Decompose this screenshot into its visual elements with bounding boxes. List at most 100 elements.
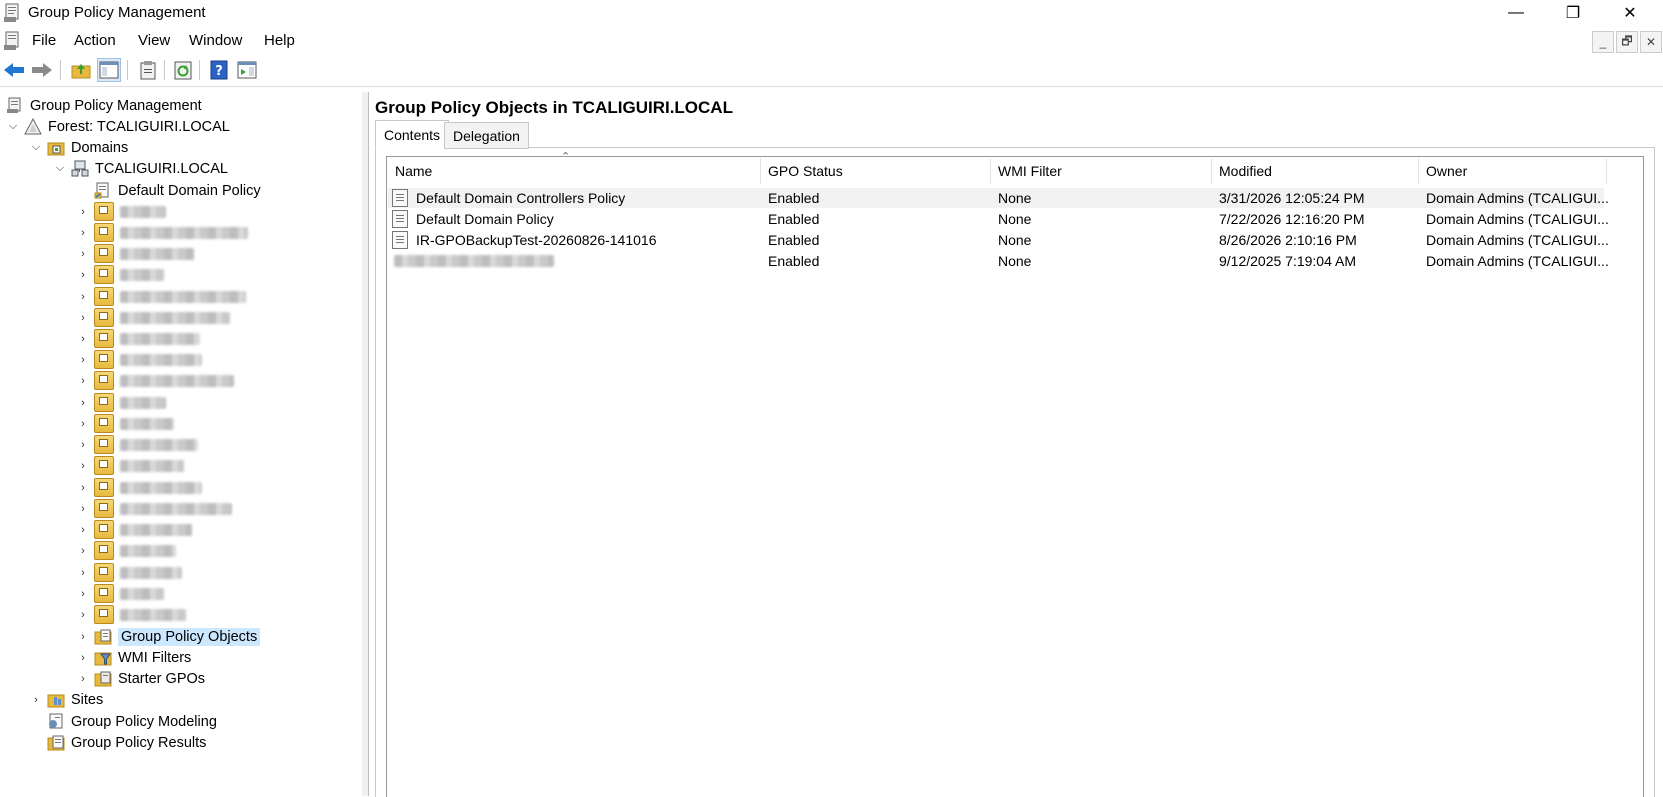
chevron-right-icon[interactable]: › xyxy=(76,652,90,664)
chevron-right-icon[interactable]: › xyxy=(76,631,90,643)
show-hide-console-tree-button[interactable] xyxy=(97,58,121,82)
tree-item-ou-redacted[interactable]: › xyxy=(76,604,186,625)
pane-splitter[interactable] xyxy=(362,92,369,796)
refresh-button[interactable] xyxy=(171,58,195,82)
chevron-right-icon[interactable]: › xyxy=(76,503,90,515)
chevron-down-icon[interactable]: ⌵ xyxy=(6,120,20,133)
tree-label: Group Policy Modeling xyxy=(71,713,217,730)
menu-window[interactable]: Window xyxy=(189,32,242,49)
gpo-status: Enabled xyxy=(768,253,820,269)
column-header-gpo-status[interactable]: GPO Status xyxy=(761,158,991,184)
tree-item-domain[interactable]: ⌵ TCALIGUIRI.LOCAL xyxy=(53,158,228,179)
column-header-modified[interactable]: Modified xyxy=(1212,158,1419,184)
chevron-right-icon[interactable]: › xyxy=(76,269,90,281)
chevron-right-icon[interactable]: › xyxy=(76,673,90,685)
mdi-close-button[interactable]: ✕ xyxy=(1640,31,1662,53)
tree-item-ou-redacted[interactable]: › xyxy=(76,434,198,455)
chevron-right-icon[interactable]: › xyxy=(76,354,90,366)
tree-item-ou-redacted[interactable]: › xyxy=(76,264,164,285)
chevron-right-icon[interactable]: › xyxy=(76,333,90,345)
column-header-owner[interactable]: Owner xyxy=(1419,158,1607,184)
menu-action[interactable]: Action xyxy=(74,32,116,49)
forward-button[interactable] xyxy=(30,58,54,82)
tree-item-ou-redacted[interactable]: › xyxy=(76,392,166,413)
tree-item-ou-redacted[interactable]: › xyxy=(76,498,232,519)
chevron-right-icon[interactable]: › xyxy=(76,375,90,387)
system-menu-icon[interactable] xyxy=(4,31,22,51)
gpo-wmi-filter: None xyxy=(998,253,1032,269)
redacted-label xyxy=(120,481,202,494)
tree-item-ou-redacted[interactable]: › xyxy=(76,286,246,307)
table-row[interactable]: Enabled None 9/12/2025 7:19:04 AM Domain… xyxy=(388,251,1609,271)
redacted-label xyxy=(120,353,202,366)
chevron-right-icon[interactable]: › xyxy=(76,397,90,409)
chevron-right-icon[interactable]: › xyxy=(76,206,90,218)
close-button[interactable]: ✕ xyxy=(1607,0,1653,26)
restore-button[interactable]: ❐ xyxy=(1550,0,1596,26)
menu-help[interactable]: Help xyxy=(264,32,295,49)
gpo-wmi-filter: None xyxy=(998,211,1032,227)
properties-button[interactable] xyxy=(136,58,160,82)
menu-file[interactable]: File xyxy=(32,32,56,49)
tree-item-ou-redacted[interactable]: › xyxy=(76,455,184,476)
mdi-restore-button[interactable]: 🗗 xyxy=(1616,31,1638,53)
chevron-right-icon[interactable]: › xyxy=(76,418,90,430)
tree-item-group-policy-modeling[interactable]: Group Policy Modeling xyxy=(29,711,217,732)
table-row[interactable]: IR-GPOBackupTest-20260826-141016 Enabled… xyxy=(388,230,1609,250)
tree-item-ou-redacted[interactable]: › xyxy=(76,243,194,264)
mdi-minimize-button[interactable]: _ xyxy=(1592,31,1614,53)
minimize-button[interactable]: — xyxy=(1493,0,1539,26)
chevron-right-icon[interactable]: › xyxy=(76,609,90,621)
back-button[interactable] xyxy=(2,58,26,82)
chevron-down-icon[interactable]: ⌵ xyxy=(53,162,67,175)
chevron-right-icon[interactable]: › xyxy=(76,460,90,472)
column-header-name[interactable]: Name xyxy=(388,158,761,184)
tree-item-group-policy-objects[interactable]: › Group Policy Objects xyxy=(76,626,261,647)
tree-item-ou-redacted[interactable]: › xyxy=(76,540,176,561)
chevron-right-icon[interactable]: › xyxy=(76,248,90,260)
chevron-right-icon[interactable]: › xyxy=(76,439,90,451)
chevron-right-icon[interactable]: › xyxy=(76,588,90,600)
ou-folder-icon xyxy=(94,605,114,624)
tree-item-ou-redacted[interactable]: › xyxy=(76,201,166,222)
tree-item-ou-redacted[interactable]: › xyxy=(76,307,230,328)
tree-item-ou-redacted[interactable]: › xyxy=(76,562,182,583)
tree-item-ou-redacted[interactable]: › xyxy=(76,222,248,243)
tree-item-group-policy-management[interactable]: Group Policy Management xyxy=(6,95,202,116)
tree-item-ou-redacted[interactable]: › xyxy=(76,370,234,391)
tree-item-ou-redacted[interactable]: › xyxy=(76,413,174,434)
tree-item-ou-redacted[interactable]: › xyxy=(76,328,200,349)
gpo-name: Default Domain Controllers Policy xyxy=(416,190,626,206)
chevron-down-icon[interactable]: ⌵ xyxy=(29,141,43,154)
chevron-right-icon[interactable]: › xyxy=(76,227,90,239)
tree-item-group-policy-results[interactable]: Group Policy Results xyxy=(29,732,206,753)
tree-item-starter-gpos[interactable]: › Starter GPOs xyxy=(76,668,205,689)
tree-item-sites[interactable]: › Sites xyxy=(29,689,103,710)
menu-view[interactable]: View xyxy=(138,32,170,49)
table-row[interactable]: Default Domain Controllers Policy Enable… xyxy=(388,188,1609,208)
table-row[interactable]: Default Domain Policy Enabled None 7/22/… xyxy=(388,209,1609,229)
chevron-right-icon[interactable]: › xyxy=(76,312,90,324)
gpo-owner: Domain Admins (TCALIGUI... xyxy=(1426,190,1609,206)
help-button[interactable]: ? xyxy=(207,58,231,82)
up-level-button[interactable] xyxy=(69,58,93,82)
chevron-right-icon[interactable]: › xyxy=(76,291,90,303)
tree-item-ou-redacted[interactable]: › xyxy=(76,583,164,604)
tree-item-ou-redacted[interactable]: › xyxy=(76,349,202,370)
chevron-right-icon[interactable]: › xyxy=(76,524,90,536)
tree-item-default-domain-policy[interactable]: Default Domain Policy xyxy=(76,180,261,201)
tree-item-ou-redacted[interactable]: › xyxy=(76,519,192,540)
tree-item-forest[interactable]: ⌵ Forest: TCALIGUIRI.LOCAL xyxy=(6,116,230,137)
tree-item-ou-redacted[interactable]: › xyxy=(76,477,202,498)
tab-delegation[interactable]: Delegation xyxy=(444,122,529,149)
chevron-right-icon[interactable]: › xyxy=(76,567,90,579)
chevron-right-icon[interactable]: › xyxy=(29,694,43,706)
chevron-right-icon[interactable]: › xyxy=(76,482,90,494)
show-hide-action-pane-button[interactable] xyxy=(235,58,259,82)
tree-item-domains[interactable]: ⌵ Domains xyxy=(29,137,128,158)
tree-item-wmi-filters[interactable]: › WMI Filters xyxy=(76,647,191,668)
column-header-wmi-filter[interactable]: WMI Filter xyxy=(991,158,1212,184)
tab-contents[interactable]: Contents xyxy=(375,120,450,149)
chevron-right-icon[interactable]: › xyxy=(76,545,90,557)
toolbar-separator xyxy=(199,60,200,80)
